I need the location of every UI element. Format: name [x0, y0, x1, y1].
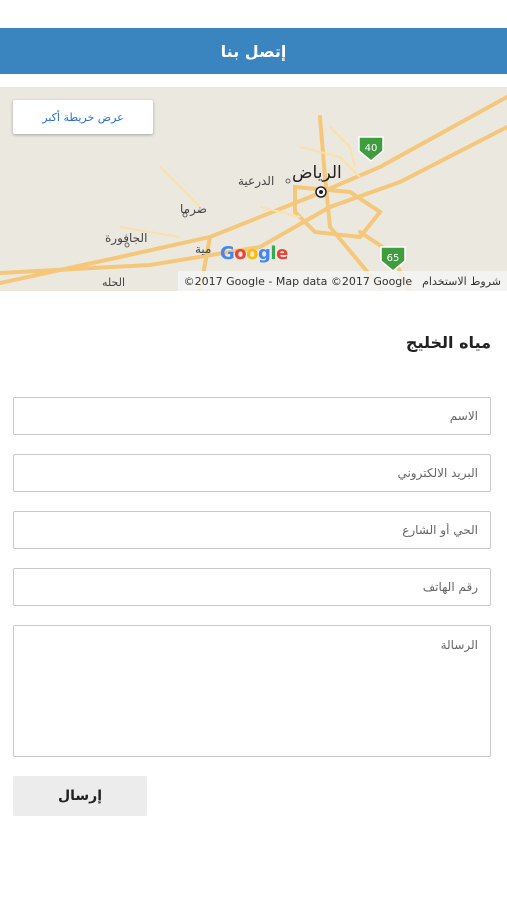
view-larger-map-button[interactable]: عرض خريطة أكبر — [13, 100, 153, 134]
map-copyright: ©2017 Google - Map data ©2017 Google — [183, 274, 413, 288]
district-field[interactable] — [13, 511, 491, 549]
svg-text:65: 65 — [387, 253, 400, 264]
map-footer: ©2017 Google - Map data ©2017 Google شرو… — [177, 271, 507, 291]
name-field[interactable] — [13, 397, 491, 435]
road-shield-40-icon: 40 — [358, 136, 384, 162]
road-shield-65-icon: 65 — [380, 246, 406, 272]
map-label-dirma: ضرما — [180, 202, 207, 216]
google-logo: Google — [220, 243, 288, 264]
map-label-muzahmiya: مية — [195, 242, 212, 256]
city-marker-icon — [315, 186, 327, 198]
page-header: إتصل بنا — [0, 28, 507, 74]
email-field[interactable] — [13, 454, 491, 492]
submit-button[interactable]: إرسال — [13, 776, 147, 816]
page-title: إتصل بنا — [220, 41, 287, 61]
map-label-riyadh: الرياض — [292, 163, 342, 183]
svg-text:40: 40 — [365, 143, 378, 154]
map-label-hilla: الحله — [102, 276, 126, 289]
message-field[interactable] — [13, 625, 491, 757]
phone-field[interactable] — [13, 568, 491, 606]
map-label-jafura: الجافورة — [105, 231, 148, 245]
embedded-map[interactable]: 40 65 عرض خريطة أكبر الرياض الدرعية ضرما… — [0, 87, 507, 291]
place-dot-icon — [285, 178, 291, 184]
map-terms-link[interactable]: شروط الاستخدام — [422, 275, 501, 288]
company-name: مياه الخليج — [405, 333, 491, 352]
map-label-diriyah: الدرعية — [238, 174, 275, 188]
